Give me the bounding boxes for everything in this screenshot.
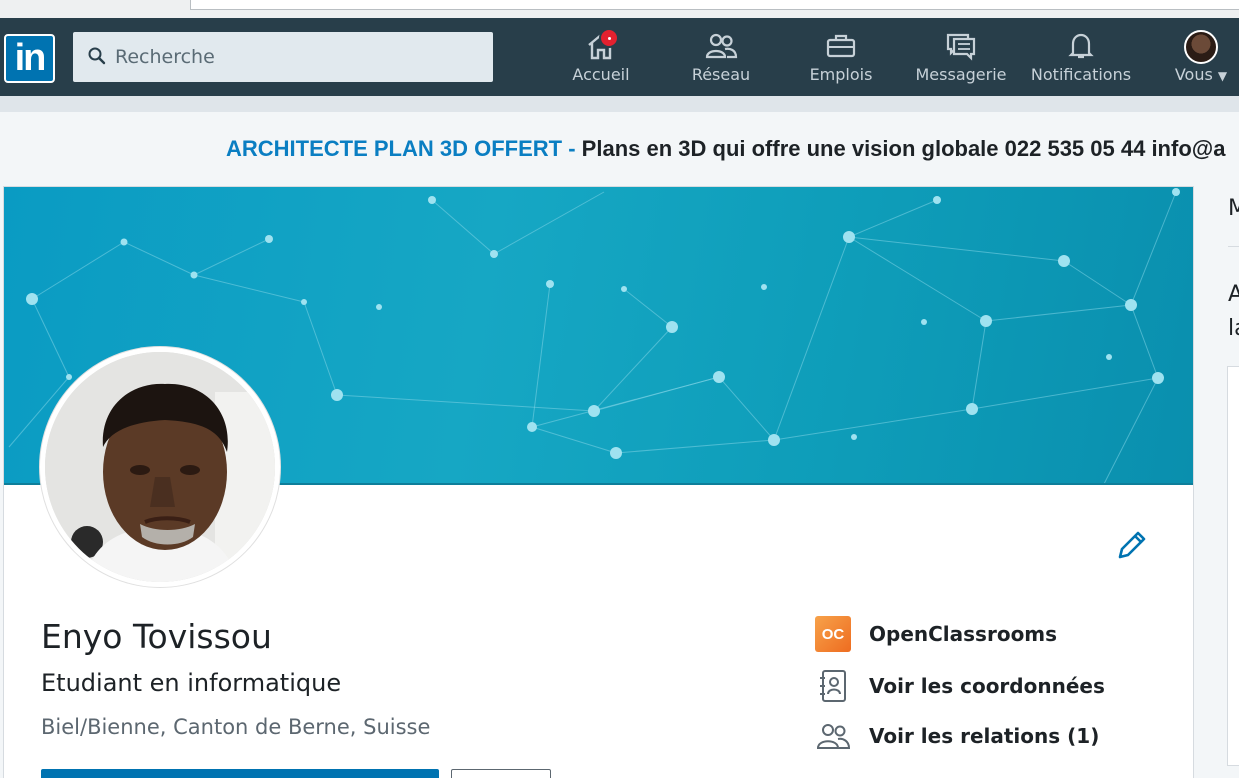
primary-action-button[interactable] xyxy=(41,769,439,778)
browser-strip xyxy=(0,0,1239,18)
top-navbar: in Accueil Réseau Emplois xyxy=(0,18,1239,96)
nav-label-notifications: Notifications xyxy=(1030,65,1132,84)
nav-label-reseau: Réseau xyxy=(691,65,751,84)
avatar xyxy=(1184,30,1218,64)
education-label[interactable]: OpenClassrooms xyxy=(869,622,1057,646)
ad-body[interactable]: Plans en 3D qui offre une vision globale… xyxy=(582,136,1226,161)
nav-item-reseau[interactable]: Réseau xyxy=(686,28,756,88)
bell-icon xyxy=(1068,33,1094,59)
right-sidebar-line-b: la xyxy=(1228,316,1239,341)
profile-name: Enyo Tovissou xyxy=(41,617,272,656)
right-sidebar-text-2: Ala xyxy=(1228,278,1239,346)
education-link[interactable]: OC OpenClassrooms xyxy=(814,615,1057,653)
nav-label-vous: Vous ▼ xyxy=(1166,64,1236,87)
right-sidebar: M Ala xyxy=(1212,186,1239,778)
caret-down-icon: ▼ xyxy=(1217,69,1228,83)
profile-photo[interactable] xyxy=(40,347,280,587)
right-sidebar-text-1: M xyxy=(1228,196,1239,221)
nav-label-accueil: Accueil xyxy=(572,65,630,84)
profile-photo-image xyxy=(45,352,275,582)
search-box[interactable] xyxy=(73,32,493,82)
search-input[interactable] xyxy=(115,32,485,82)
briefcase-icon xyxy=(826,34,856,58)
ad-title[interactable]: ARCHITECTE PLAN 3D OFFERT - xyxy=(226,136,582,161)
vous-label: Vous xyxy=(1174,65,1213,84)
contact-info-label[interactable]: Voir les coordonnées xyxy=(869,674,1105,698)
contact-card-icon xyxy=(814,667,852,705)
search-icon xyxy=(88,47,106,65)
more-button[interactable] xyxy=(451,769,551,778)
connections-label[interactable]: Voir les relations (1) xyxy=(869,724,1099,748)
profile-headline: Etudiant en informatique xyxy=(41,669,342,697)
nav-item-notifications[interactable]: Notifications xyxy=(1026,28,1136,88)
right-sidebar-box xyxy=(1227,366,1239,766)
right-sidebar-line-a: A xyxy=(1228,282,1239,307)
nav-label-emplois: Emplois xyxy=(809,65,873,84)
browser-address-field[interactable] xyxy=(190,0,1239,10)
ad-banner[interactable]: ARCHITECTE PLAN 3D OFFERT - Plans en 3D … xyxy=(0,112,1239,184)
network-icon xyxy=(705,33,738,59)
nav-item-vous[interactable]: Vous ▼ xyxy=(1166,28,1236,88)
nav-item-emplois[interactable]: Emplois xyxy=(806,28,876,88)
messaging-icon xyxy=(946,33,976,61)
notification-badge xyxy=(599,28,619,48)
profile-location: Biel/Bienne, Canton de Berne, Suisse xyxy=(41,715,431,739)
connections-link[interactable]: Voir les relations (1) xyxy=(814,717,1099,755)
nav-item-messagerie[interactable]: Messagerie xyxy=(911,28,1011,88)
subbar xyxy=(0,96,1239,112)
nav-item-accueil[interactable]: Accueil xyxy=(566,28,636,88)
contact-info-link[interactable]: Voir les coordonnées xyxy=(814,667,1105,705)
right-sidebar-divider xyxy=(1228,246,1239,247)
profile-card: Enyo Tovissou Etudiant en informatique B… xyxy=(3,186,1194,778)
linkedin-logo[interactable]: in xyxy=(4,34,55,83)
people-icon xyxy=(814,717,852,755)
edit-profile-pencil-icon[interactable] xyxy=(1114,527,1150,563)
logo-text: in xyxy=(14,37,47,79)
ad-text[interactable]: ARCHITECTE PLAN 3D OFFERT - Plans en 3D … xyxy=(226,136,1225,162)
openclassrooms-logo: OC xyxy=(814,615,852,653)
nav-label-messagerie: Messagerie xyxy=(915,65,1007,84)
